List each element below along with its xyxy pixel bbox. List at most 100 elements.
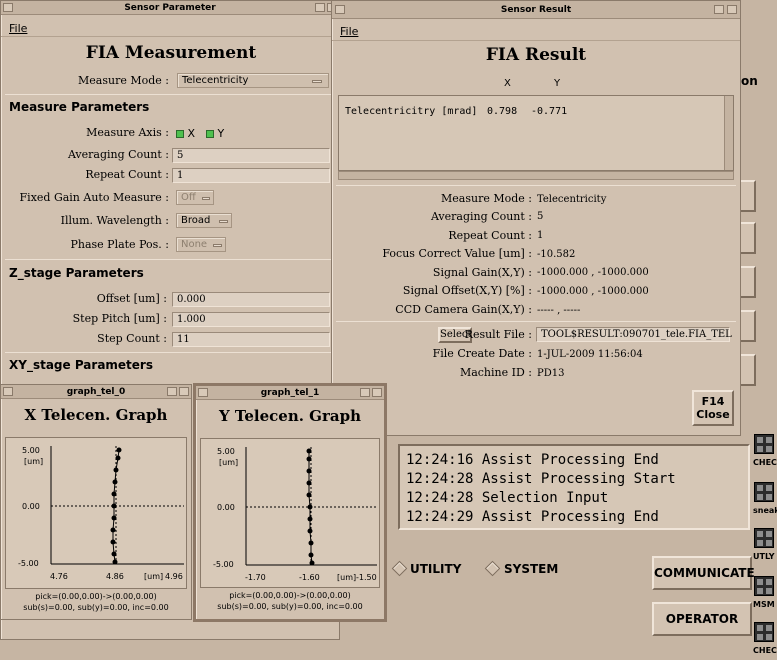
file-menu[interactable]: File xyxy=(9,22,27,35)
side-label: CHECI xyxy=(753,458,777,467)
graph-tel-0-titlebar[interactable]: graph_tel_0 xyxy=(1,385,191,399)
horizontal-scrollbar[interactable] xyxy=(338,171,734,180)
divider xyxy=(336,321,736,322)
x-mid-tick: -1.60 xyxy=(299,573,320,582)
sub-readout: sub(s)=0.00, sub(y)=0.00, inc=0.00 xyxy=(217,602,363,611)
axis-y-checkbox[interactable]: Y xyxy=(206,127,224,140)
utly-icon[interactable] xyxy=(754,528,774,548)
repeat-count-label: Repeat Count : xyxy=(448,229,532,242)
graph-area: 5.00 [um] 0.00 -5.00 4.76 4.86 [um] 4.96 xyxy=(5,437,187,589)
communicate-button[interactable]: COMMUNICATE xyxy=(652,556,755,590)
phase-plate-dropdown[interactable]: None xyxy=(176,237,226,252)
operator-button[interactable]: OPERATOR xyxy=(652,602,752,636)
window-menu-button[interactable] xyxy=(198,388,208,397)
close-label: Close xyxy=(696,408,730,421)
illum-wavelength-value: Broad xyxy=(181,215,211,226)
maximize-button[interactable] xyxy=(727,5,737,14)
column-y-header: Y xyxy=(554,78,561,89)
maximize-button[interactable] xyxy=(179,387,189,396)
close-button[interactable]: F14 Close xyxy=(692,390,734,426)
divider xyxy=(336,185,736,186)
result-row[interactable]: Telecentricitry [mrad] 0.798 -0.771 xyxy=(345,106,567,117)
illum-wavelength-label: Illum. Wavelength : xyxy=(60,214,169,227)
x-right-tick: -1.50 xyxy=(356,573,377,582)
phase-plate-label: Phase Plate Pos. : xyxy=(70,238,169,251)
fixed-gain-label: Fixed Gain Auto Measure : xyxy=(19,191,169,204)
measure-mode-label: Measure Mode : xyxy=(78,74,169,87)
y-unit: [um] xyxy=(24,457,44,466)
side-label: sneak xyxy=(753,506,777,515)
sub-readout: sub(s)=0.00, sub(y)=0.00, inc=0.00 xyxy=(23,603,169,612)
maximize-button[interactable] xyxy=(372,388,382,397)
minimize-button[interactable] xyxy=(167,387,177,396)
y-unit: [um] xyxy=(219,458,239,467)
minimize-button[interactable] xyxy=(360,388,370,397)
file-create-date-label: File Create Date : xyxy=(432,347,532,360)
window-title: graph_tel_0 xyxy=(66,387,126,397)
sensor-result-window: Sensor Result File FIA Result X Y Telece… xyxy=(331,0,741,436)
y-mid-tick: 0.00 xyxy=(22,502,40,511)
measure-axis-label: Measure Axis : xyxy=(86,126,169,139)
x-right-tick: 4.96 xyxy=(165,572,183,581)
measure-mode-dropdown[interactable]: Telecentricity xyxy=(177,73,329,88)
graph-tel-1-window: graph_tel_1 Y Telecen. Graph 5.00 [um] 0… xyxy=(193,383,387,622)
sneak-icon[interactable] xyxy=(754,482,774,502)
file-menu[interactable]: File xyxy=(340,25,358,38)
signal-offset-label: Signal Offset(X,Y) [%] : xyxy=(402,284,532,297)
vertical-scrollbar[interactable] xyxy=(724,96,733,170)
x-left-tick: 4.76 xyxy=(50,572,68,581)
msm-icon[interactable] xyxy=(754,576,774,596)
axis-x-checkbox[interactable]: X xyxy=(176,127,195,140)
sensor-parameter-titlebar[interactable]: Sensor Parameter xyxy=(1,1,339,15)
minimize-button[interactable] xyxy=(714,5,724,14)
checi-icon[interactable] xyxy=(754,622,774,642)
step-pitch-field[interactable]: 1.000 xyxy=(172,312,330,327)
illum-wavelength-dropdown[interactable]: Broad xyxy=(176,213,232,228)
repeat-count-label: Repeat Count : xyxy=(85,168,169,181)
utility-label[interactable]: UTILITY xyxy=(410,562,461,576)
checi-icon[interactable] xyxy=(754,434,774,454)
averaging-count-field[interactable]: 5 xyxy=(172,148,330,163)
ccd-gain-label: CCD Camera Gain(X,Y) : xyxy=(395,303,532,316)
y-bottom-tick: -5.00 xyxy=(18,559,39,568)
offset-field[interactable]: 0.000 xyxy=(172,292,330,307)
minimize-button[interactable] xyxy=(315,3,325,12)
sensor-result-titlebar[interactable]: Sensor Result xyxy=(332,1,740,19)
x-unit: [um] xyxy=(337,573,357,582)
y-top-tick: 5.00 xyxy=(217,447,235,456)
result-row-y: -0.771 xyxy=(531,106,568,117)
window-menu-button[interactable] xyxy=(335,5,345,14)
machine-id-value: PD13 xyxy=(537,368,565,379)
graph-title: Y Telecen. Graph xyxy=(218,407,361,425)
result-file-label: Result File : xyxy=(464,328,532,341)
divider xyxy=(5,259,335,260)
machine-id-label: Machine ID : xyxy=(459,366,532,379)
window-title: graph_tel_1 xyxy=(260,388,320,398)
result-list: Telecentricitry [mrad] 0.798 -0.771 xyxy=(338,95,734,171)
section-measure-parameters: Measure Parameters xyxy=(9,100,150,114)
log-line: 12:24:16 Assist Processing End xyxy=(406,452,659,468)
section-z-stage: Z_stage Parameters xyxy=(9,266,144,280)
x-mid-tick: 4.86 xyxy=(106,572,124,581)
measure-mode-label: Measure Mode : xyxy=(441,192,532,205)
f14-key-label: F14 xyxy=(701,395,725,408)
result-file-field[interactable]: TOOL$RESULT:090701_tele.FIA_TEL xyxy=(536,327,732,342)
phase-plate-value: None xyxy=(181,239,208,250)
signal-offset-value: -1000.000 , -1000.000 xyxy=(537,286,649,297)
focus-correct-label: Focus Correct Value [um] : xyxy=(382,247,532,260)
divider xyxy=(5,352,335,353)
averaging-count-value: 5 xyxy=(537,211,544,222)
page-title: FIA Result xyxy=(485,45,587,65)
step-count-label: Step Count : xyxy=(97,332,167,345)
window-title: Sensor Parameter xyxy=(124,3,216,13)
step-pitch-label: Step Pitch [um] : xyxy=(72,312,167,325)
file-create-date-value: 1-JUL-2009 11:56:04 xyxy=(537,349,643,360)
system-label[interactable]: SYSTEM xyxy=(504,562,558,576)
window-menu-button[interactable] xyxy=(3,387,13,396)
repeat-count-field[interactable]: 1 xyxy=(172,168,330,183)
window-menu-button[interactable] xyxy=(3,3,13,12)
fixed-gain-dropdown[interactable]: Off xyxy=(176,190,214,205)
signal-gain-label: Signal Gain(X,Y) : xyxy=(432,266,532,279)
step-count-field[interactable]: 11 xyxy=(172,332,330,347)
graph-tel-1-titlebar[interactable]: graph_tel_1 xyxy=(196,386,384,400)
